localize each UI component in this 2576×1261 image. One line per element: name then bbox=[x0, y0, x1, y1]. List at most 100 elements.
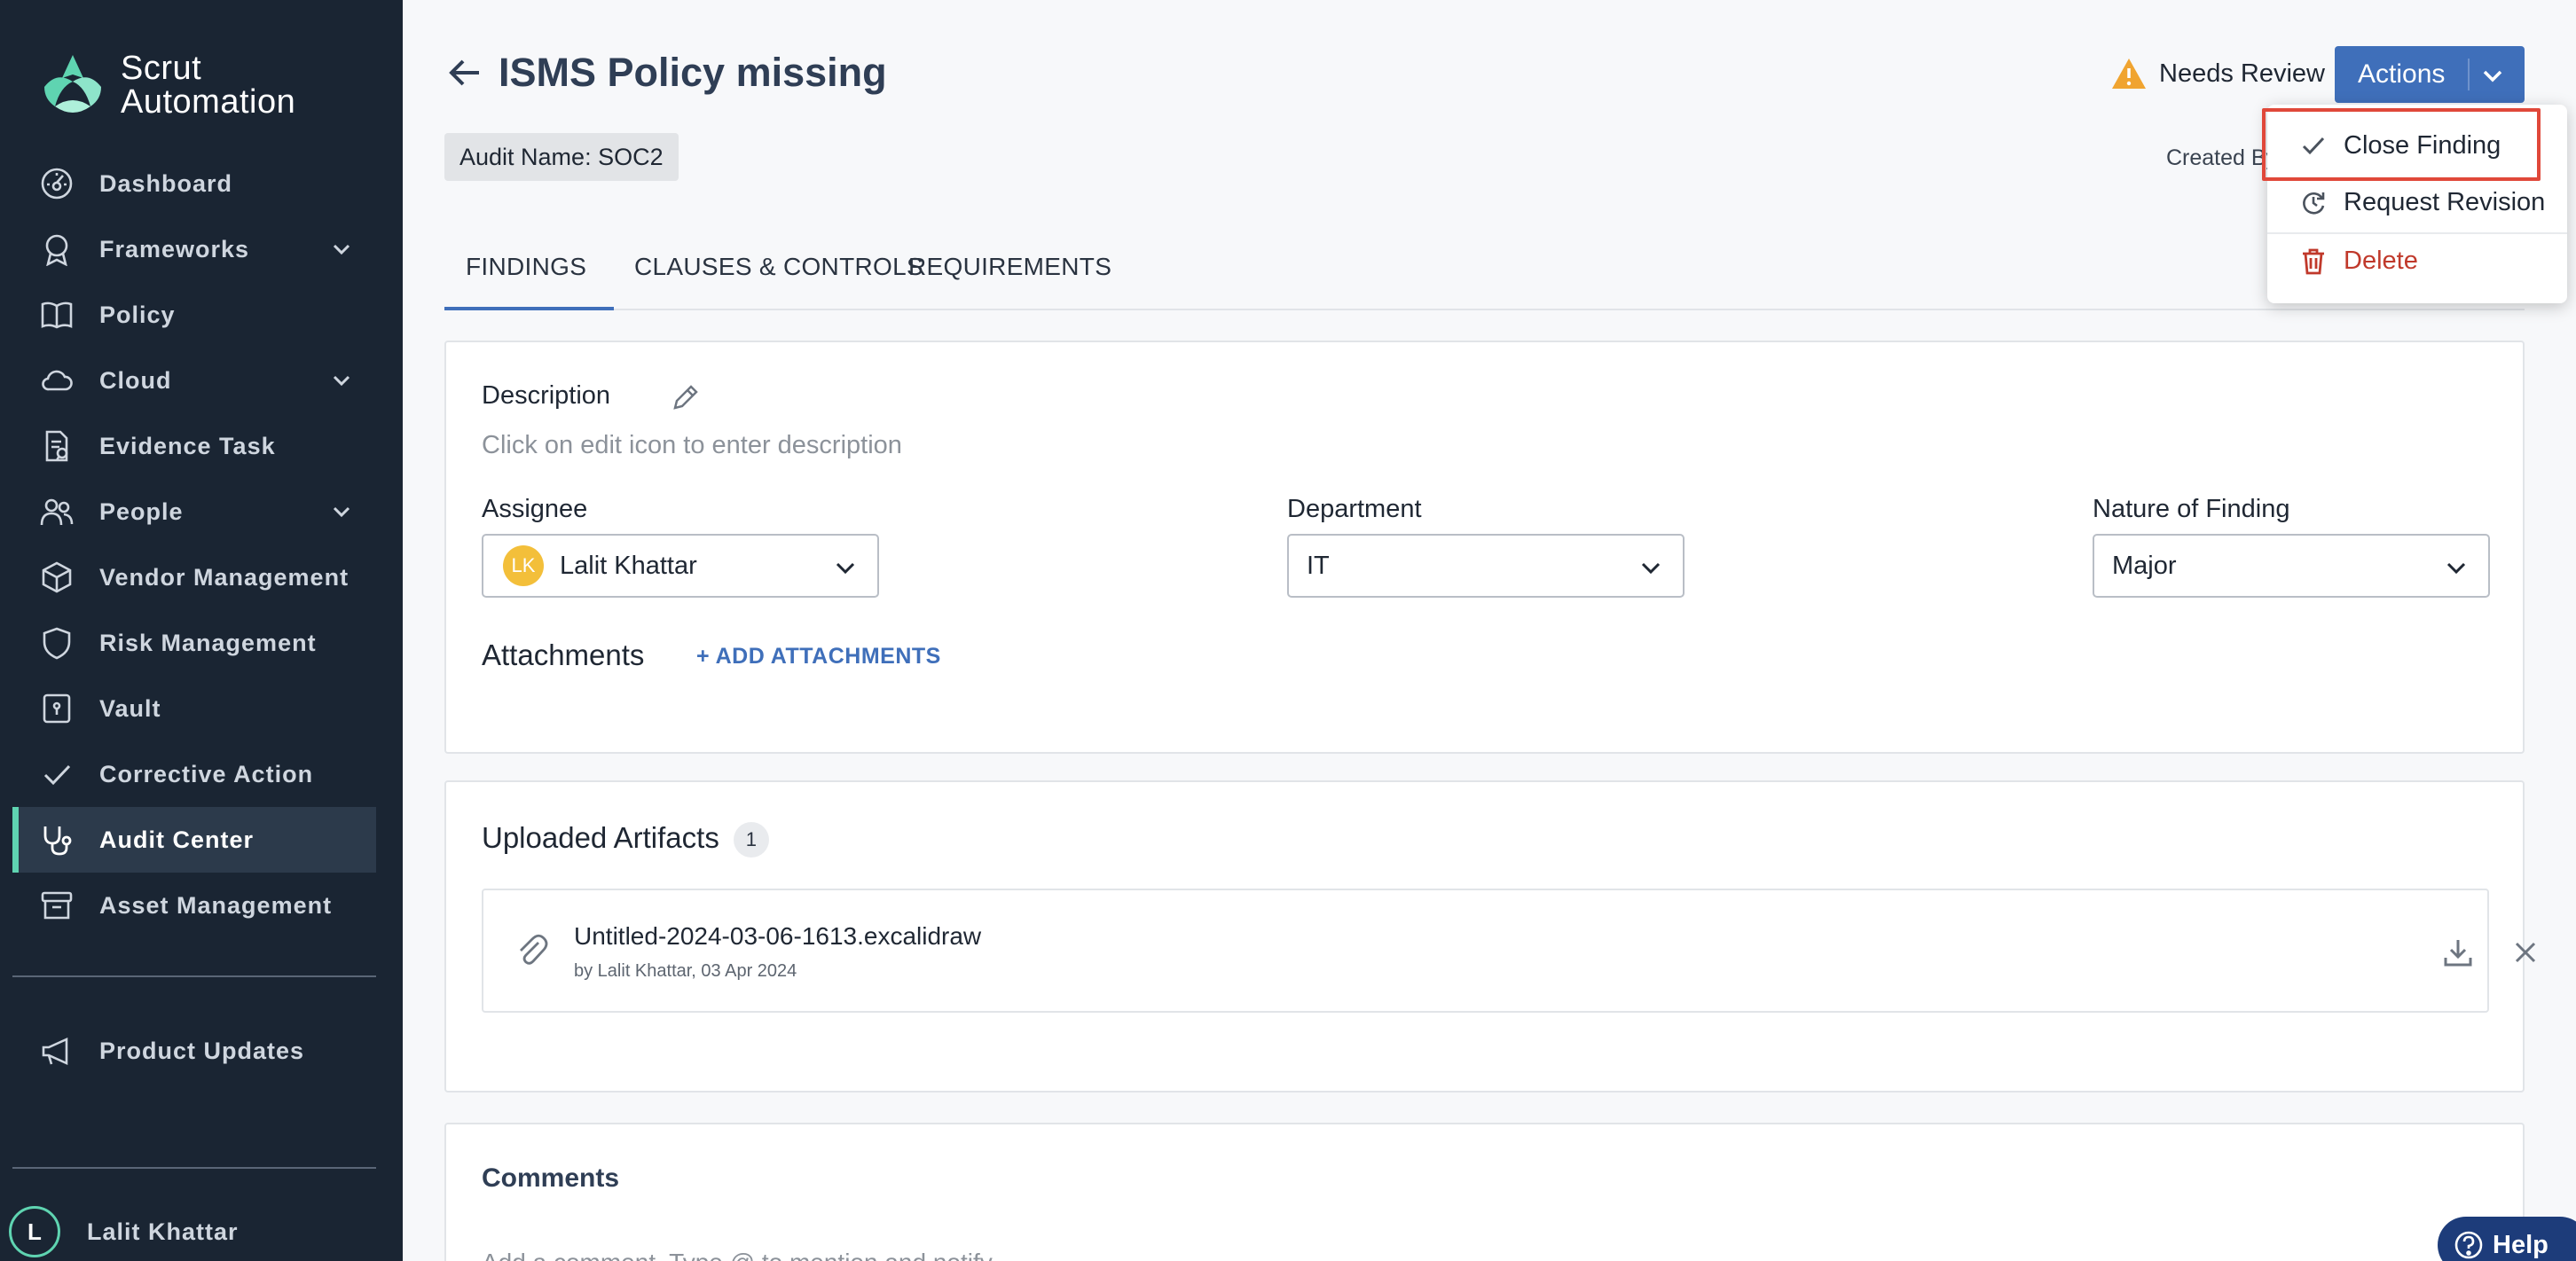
sidebar-item-risk-management[interactable]: Risk Management bbox=[0, 610, 403, 676]
artifact-file-name[interactable]: Untitled-2024-03-06-1613.excalidraw bbox=[574, 922, 981, 951]
chevron-down-icon bbox=[330, 500, 353, 523]
vault-icon bbox=[39, 691, 75, 726]
avatar: LK bbox=[503, 545, 544, 586]
sidebar: Scrut Automation Dashboard Frameworks Po… bbox=[0, 0, 403, 1261]
help-icon bbox=[2454, 1231, 2483, 1259]
sidebar-item-label: Audit Center bbox=[99, 826, 254, 853]
user-name: Lalit Khattar bbox=[87, 1218, 239, 1245]
brand-logo[interactable]: Scrut Automation bbox=[39, 50, 295, 121]
chevron-down-icon[interactable] bbox=[2480, 63, 2505, 88]
sidebar-item-audit-center[interactable]: Audit Center bbox=[12, 807, 376, 873]
nature-of-finding-select[interactable]: Major bbox=[2093, 534, 2490, 598]
sidebar-item-dashboard[interactable]: Dashboard bbox=[0, 151, 403, 216]
uploaded-artifacts-card: Uploaded Artifacts 1 Untitled-2024-03-06-… bbox=[444, 780, 2536, 1093]
nature-of-finding-value: Major bbox=[2112, 551, 2177, 580]
tab-requirements[interactable]: REQUIREMENTS bbox=[908, 247, 1111, 310]
sidebar-item-vault[interactable]: Vault bbox=[0, 676, 403, 741]
nature-of-finding-label: Nature of Finding bbox=[2093, 495, 2290, 523]
sidebar-item-corrective-action[interactable]: Corrective Action bbox=[0, 741, 403, 807]
sidebar-item-label: People bbox=[99, 497, 184, 525]
evidence-icon bbox=[39, 428, 75, 464]
stethoscope-icon bbox=[39, 822, 75, 858]
finding-details-card: Description Click on edit icon to enter … bbox=[444, 341, 2525, 754]
close-icon[interactable] bbox=[2511, 938, 2540, 967]
actions-menu: Close Finding Request Revision Delete bbox=[2267, 105, 2567, 303]
assignee-value: Lalit Khattar bbox=[560, 551, 697, 580]
sidebar-item-label: Risk Management bbox=[99, 629, 317, 656]
sidebar-item-label: Cloud bbox=[99, 366, 172, 394]
sidebar-item-product-updates[interactable]: Product Updates bbox=[0, 1018, 403, 1084]
sidebar-item-label: Vendor Management bbox=[99, 563, 349, 591]
menu-item-label: Close Finding bbox=[2344, 130, 2501, 160]
check-icon bbox=[2302, 137, 2325, 155]
chevron-down-icon bbox=[833, 555, 858, 580]
add-attachments-button[interactable]: + ADD ATTACHMENTS bbox=[696, 644, 941, 670]
audit-name-chip: Audit Name: SOC2 bbox=[444, 133, 679, 181]
list-item: Untitled-2024-03-06-1613.excalidraw by L… bbox=[482, 889, 2536, 1013]
sidebar-item-label: Policy bbox=[99, 301, 176, 328]
sidebar-item-cloud[interactable]: Cloud bbox=[0, 348, 403, 413]
brand-name: Scrut Automation bbox=[121, 51, 295, 119]
help-label: Help bbox=[2493, 1230, 2549, 1259]
warning-icon bbox=[2112, 59, 2146, 89]
sidebar-item-people[interactable]: People bbox=[0, 479, 403, 544]
help-button[interactable]: Help bbox=[2438, 1217, 2576, 1261]
pencil-icon[interactable] bbox=[670, 381, 702, 413]
back-arrow-icon[interactable] bbox=[445, 53, 484, 92]
actions-label: Actions bbox=[2358, 59, 2446, 89]
status-badge: Needs Review bbox=[2111, 57, 2325, 90]
department-label: Department bbox=[1287, 495, 1422, 523]
attachments-label: Attachments bbox=[482, 638, 645, 671]
trash-icon bbox=[2303, 248, 2324, 275]
people-icon bbox=[39, 494, 75, 529]
megaphone-icon bbox=[39, 1033, 75, 1069]
page-title: ISMS Policy missing bbox=[499, 50, 887, 95]
chevron-down-icon bbox=[1638, 555, 1663, 580]
avatar: L bbox=[9, 1206, 60, 1257]
cloud-icon bbox=[39, 363, 75, 398]
check-icon bbox=[39, 756, 75, 792]
sidebar-item-asset-management[interactable]: Asset Management bbox=[0, 873, 403, 938]
sidebar-item-label: Vault bbox=[99, 694, 161, 722]
sidebar-item-label: Product Updates bbox=[99, 1037, 305, 1064]
comment-input[interactable]: Add a comment. Type @ to mention and not… bbox=[482, 1249, 993, 1261]
sidebar-divider bbox=[12, 1167, 376, 1169]
book-icon bbox=[39, 297, 75, 333]
revision-icon bbox=[2303, 192, 2325, 215]
sidebar-item-policy[interactable]: Policy bbox=[0, 282, 403, 348]
box-icon bbox=[39, 560, 75, 595]
sidebar-item-label: Corrective Action bbox=[99, 760, 314, 787]
tab-findings[interactable]: FINDINGS bbox=[444, 247, 614, 310]
uploaded-artifacts-title: Uploaded Artifacts 1 bbox=[482, 821, 769, 858]
sidebar-divider bbox=[12, 975, 376, 977]
brand-line-1: Scrut bbox=[121, 50, 202, 87]
artifact-meta: by Lalit Khattar, 03 Apr 2024 bbox=[574, 961, 797, 981]
status-label: Needs Review bbox=[2159, 59, 2325, 88]
sidebar-item-evidence-task[interactable]: Evidence Task bbox=[0, 413, 403, 479]
download-icon[interactable] bbox=[2442, 936, 2474, 968]
sidebar-item-vendor-management[interactable]: Vendor Management bbox=[0, 544, 403, 610]
sidebar-item-label: Dashboard bbox=[99, 169, 233, 197]
uploaded-artifacts-title-text: Uploaded Artifacts bbox=[482, 821, 719, 854]
award-icon bbox=[39, 231, 75, 267]
tab-bar: FINDINGS CLAUSES & CONTROLS REQUIREMENTS bbox=[444, 247, 2525, 310]
sidebar-item-frameworks[interactable]: Frameworks bbox=[0, 216, 403, 282]
dashboard-icon bbox=[39, 166, 75, 201]
artifact-count-badge: 1 bbox=[733, 822, 769, 858]
created-by-label: Created By bbox=[2166, 145, 2278, 170]
actions-separator bbox=[2468, 59, 2470, 90]
request-revision-menu-item[interactable]: Request Revision bbox=[2267, 174, 2567, 231]
close-finding-menu-item[interactable]: Close Finding bbox=[2267, 117, 2567, 174]
user-profile[interactable]: L Lalit Khattar bbox=[9, 1206, 239, 1257]
menu-item-label: Delete bbox=[2344, 246, 2418, 275]
main-content: ISMS Policy missing Audit Name: SOC2 Nee… bbox=[403, 0, 2576, 1261]
actions-button[interactable]: Actions bbox=[2335, 46, 2525, 103]
comments-title: Comments bbox=[482, 1163, 620, 1193]
sidebar-item-label: Asset Management bbox=[99, 891, 333, 919]
comments-card: Comments Add a comment. Type @ to mentio… bbox=[444, 1123, 2525, 1261]
description-placeholder[interactable]: Click on edit icon to enter description bbox=[482, 431, 902, 460]
assignee-select[interactable]: LK Lalit Khattar bbox=[482, 534, 879, 598]
tab-clauses-controls[interactable]: CLAUSES & CONTROLS bbox=[634, 247, 923, 310]
delete-menu-item[interactable]: Delete bbox=[2267, 232, 2567, 289]
department-select[interactable]: IT bbox=[1287, 534, 1685, 598]
